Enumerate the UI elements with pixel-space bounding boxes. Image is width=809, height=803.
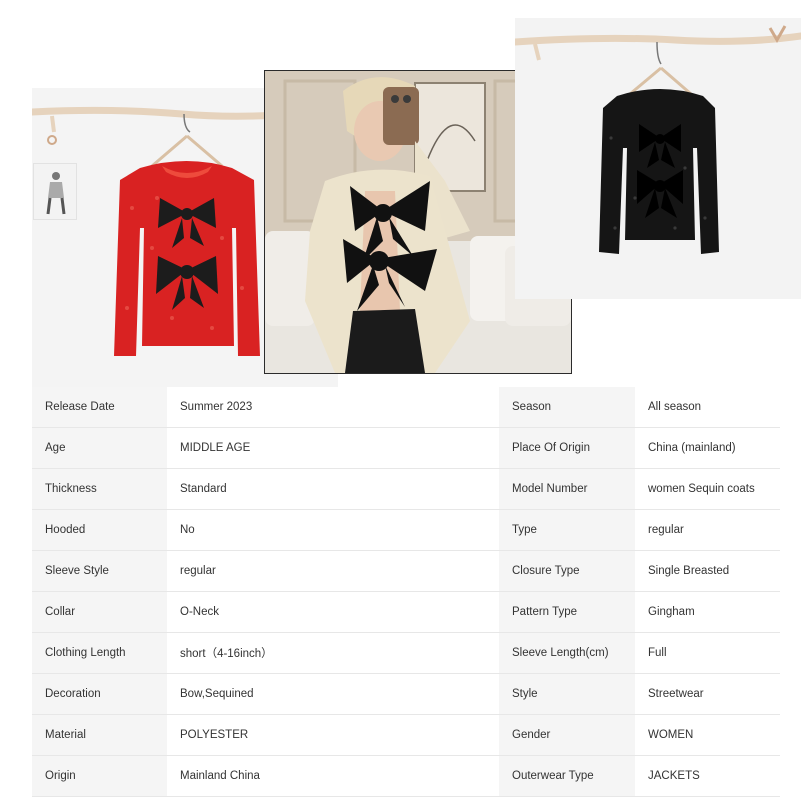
table-row: Hooded No Type regular [32,509,780,551]
spec-key: Material [32,714,167,756]
spec-key: Gender [499,714,635,756]
spec-value: Streetwear [635,673,780,715]
table-row: Sleeve Style regular Closure Type Single Br… [32,550,780,592]
spec-value: Single Breasted [635,550,780,592]
table-row: Decoration Bow,Sequined Style Streetwear [32,673,780,715]
spec-value: O-Neck [167,591,499,633]
table-row: Origin Mainland China Outerwear Type JACKET… [32,755,780,797]
spec-key: Style [499,673,635,715]
spec-value: WOMEN [635,714,780,756]
spec-key: Decoration [32,673,167,715]
spec-key: Model Number [499,468,635,510]
spec-value: No [167,509,499,551]
spec-key: Origin [32,755,167,797]
specifications-table-body: Release Date Summer 2023 Season All season … [32,387,780,797]
spec-value: China (mainland) [635,427,780,469]
spec-key: Age [32,427,167,469]
spec-key: Type [499,509,635,551]
spec-value: Full [635,632,780,674]
table-row: Material POLYESTER Gender WOMEN [32,714,780,756]
table-row: Release Date Summer 2023 Season All season [32,387,780,428]
specifications-table: Release Date Summer 2023 Season All season … [32,387,780,797]
black-jacket-illustration [515,18,801,299]
spec-value: Gingham [635,591,780,633]
product-image-black-jacket[interactable] [515,18,801,299]
spec-key: Season [499,387,635,428]
thumbnail-image[interactable] [33,163,77,220]
thumbnail-figure [34,164,76,219]
spec-value: Standard [167,468,499,510]
spec-key: Pattern Type [499,591,635,633]
spec-key: Clothing Length [32,632,167,674]
spec-value: Bow,Sequined [167,673,499,715]
spec-value: Summer 2023 [167,387,499,428]
spec-key: Sleeve Style [32,550,167,592]
spec-value: All season [635,387,780,428]
table-row: Clothing Length short（4-16inch） Sleeve Len… [32,632,780,674]
spec-value: MIDDLE AGE [167,427,499,469]
spec-value: short（4-16inch） [167,632,499,674]
spec-value: POLYESTER [167,714,499,756]
spec-key: Thickness [32,468,167,510]
spec-key: Release Date [32,387,167,428]
spec-value: regular [635,509,780,551]
table-row: Age MIDDLE AGE Place Of Origin China (mainl… [32,427,780,469]
spec-value: women Sequin coats [635,468,780,510]
spec-key: Outerwear Type [499,755,635,797]
spec-value: Mainland China [167,755,499,797]
spec-key: Place Of Origin [499,427,635,469]
spec-value: JACKETS [635,755,780,797]
spec-key: Closure Type [499,550,635,592]
spec-key: Collar [32,591,167,633]
spec-key: Sleeve Length(cm) [499,632,635,674]
spec-value: regular [167,550,499,592]
spec-key: Hooded [32,509,167,551]
table-row: Collar O-Neck Pattern Type Gingham [32,591,780,633]
table-row: Thickness Standard Model Number women Sequi… [32,468,780,510]
